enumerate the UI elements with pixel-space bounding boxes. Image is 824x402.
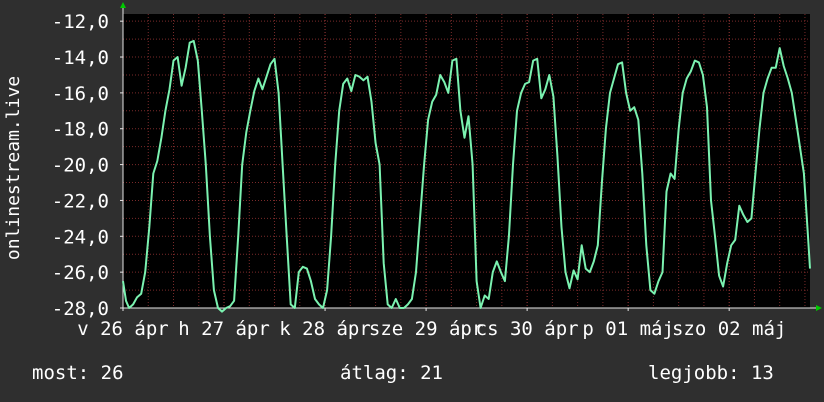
y-axis-title: onlinestream.live bbox=[3, 76, 24, 260]
x-tick-label: szo 02 máj bbox=[672, 318, 786, 340]
stat-best: legjobb: 13 bbox=[648, 362, 774, 384]
x-axis-arrow bbox=[816, 305, 822, 311]
x-tick-label: sze 29 ápr bbox=[369, 318, 483, 340]
stat-current: most: 26 bbox=[32, 362, 124, 384]
x-tick-label: h 27 ápr bbox=[178, 318, 270, 340]
y-tick-label: -14,0 bbox=[52, 47, 109, 69]
y-tick-label: -16,0 bbox=[52, 83, 109, 105]
plot-background bbox=[123, 14, 810, 308]
y-tick-label: -28,0 bbox=[52, 298, 109, 320]
y-tick-label: -20,0 bbox=[52, 155, 109, 177]
x-tick-label: k 28 ápr bbox=[279, 318, 371, 340]
y-tick-label: -22,0 bbox=[52, 190, 109, 212]
y-tick-label: -18,0 bbox=[52, 119, 109, 141]
line-chart: -12,0 -14,0 -16,0 -18,0 -20,0 -22,0 -24,0 -26,0… bbox=[3, 2, 822, 340]
stat-average: átlag: 21 bbox=[340, 362, 443, 384]
x-tick-label: p 01 máj bbox=[582, 318, 674, 340]
x-tick-label: cs 30 ápr bbox=[476, 318, 579, 340]
y-tick-label: -12,0 bbox=[52, 11, 109, 33]
y-axis-arrow bbox=[120, 2, 126, 8]
y-tick-label: -24,0 bbox=[52, 226, 109, 248]
y-tick-label: -26,0 bbox=[52, 262, 109, 284]
plot-area bbox=[123, 14, 810, 308]
chart-container: -12,0 -14,0 -16,0 -18,0 -20,0 -22,0 -24,0 -26,0… bbox=[0, 0, 824, 402]
x-tick-label: v 26 ápr bbox=[77, 318, 169, 340]
